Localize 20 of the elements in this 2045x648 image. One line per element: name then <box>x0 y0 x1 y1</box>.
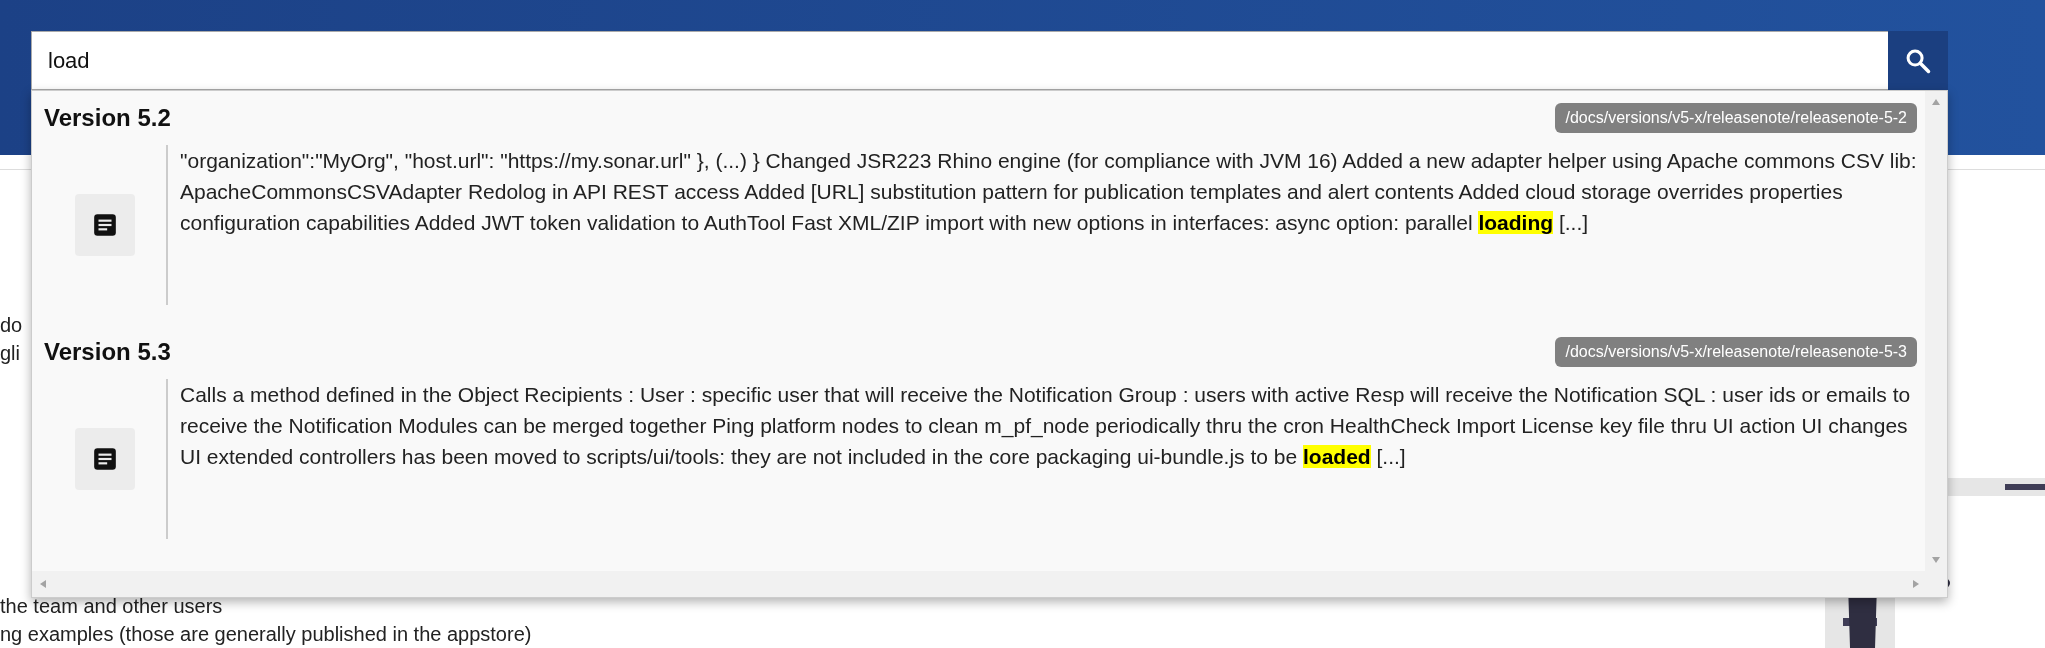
search-button[interactable] <box>1888 31 1948 90</box>
result-snippet: Calls a method defined in the Object Recipients : User : specific user that will receive the Notification Group : users with active Resp will receive the Notification SQL : user ids or emails to receive the Notification Modules can be merged together Ping platform nodes to clean m_pf_node periodically thru the cron HealthCheck Import License key file thru UI action UI changes UI extended controllers has been moved to scripts/ui/tools: they are not included in the core packaging ui-bundle.js to be loaded [...] <box>179 382 1912 470</box>
page-text: do <box>0 313 23 338</box>
page-text: the team and other users <box>0 594 223 619</box>
result-title[interactable]: Version 5.3 <box>44 338 171 366</box>
result-title[interactable]: Version 5.2 <box>44 104 171 132</box>
horizontal-scrollbar[interactable] <box>32 571 1947 597</box>
vertical-scrollbar[interactable] <box>1925 91 1947 571</box>
result-snippet: "organization":"MyOrg", "host.url": "https://my.sonar.url" }, (...) } Changed JSR223 Rhino engine (for compliance with JVM 16) Added a new adapter helper using Apache commons CSV lib: ApacheCommonsCSVAdapter Redolog in API REST access Added [URL] substitution pattern for publication templates and alert contents Added cloud storage overrides properties configuration capabilities Added JWT token validation to AuthTool Fast XML/ZIP import with new options in interfaces: async option: parallel loading [...] <box>179 148 1918 236</box>
scroll-up-icon[interactable] <box>1931 97 1941 107</box>
scroll-left-icon[interactable] <box>38 579 48 589</box>
scroll-right-icon[interactable] <box>1911 579 1921 589</box>
search-field[interactable]: load <box>31 31 1888 90</box>
path-tag: /docs/versions/v5-x/releasenote/releasenote-5-3 <box>1555 337 1917 367</box>
page-text: gli <box>0 341 20 366</box>
document-icon <box>75 428 135 490</box>
scroll-down-icon[interactable] <box>1931 555 1941 565</box>
document-icon <box>75 194 135 256</box>
path-tag: /docs/versions/v5-x/releasenote/releasenote-5-2 <box>1555 103 1917 133</box>
page-text: ng examples (those are generally published in the appstore) <box>0 622 532 647</box>
